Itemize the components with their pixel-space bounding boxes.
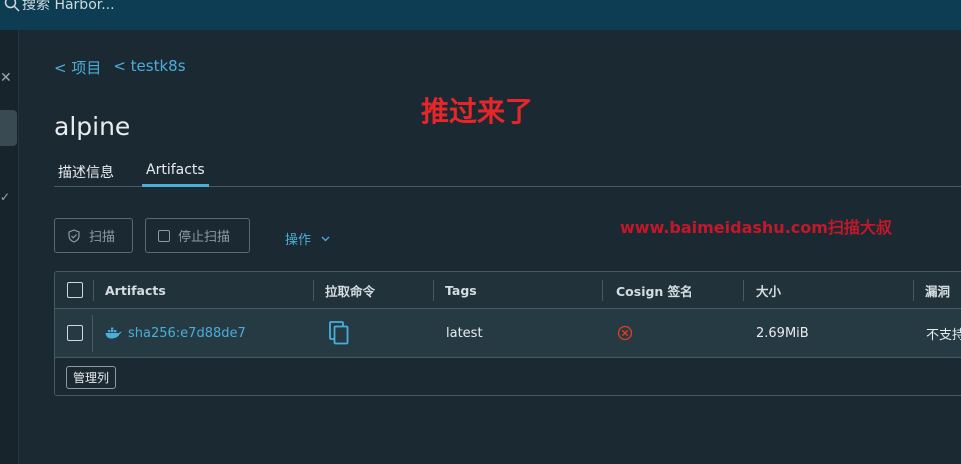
vulnerabilities-value: 不支持 <box>926 327 961 343</box>
chevron-down-icon <box>321 236 330 241</box>
select-all-checkbox[interactable] <box>67 282 83 298</box>
column-cosign-label: Cosign 签名 <box>616 283 693 299</box>
column-header-pull-command[interactable]: 拉取命令 <box>313 272 433 308</box>
table-footer: 管理列 <box>55 359 961 395</box>
side-nav-active-item[interactable] <box>0 110 17 146</box>
x-circle-icon <box>617 325 633 341</box>
red-annotation-text: 推过来了 <box>421 95 534 128</box>
stop-scan-label: 停止扫描 <box>178 230 231 245</box>
artifact-digest-cell[interactable]: sha256:e7d88de7 <box>105 309 246 357</box>
tab-bar: 描述信息 Artifacts <box>54 158 961 187</box>
copy-icon[interactable] <box>329 321 349 345</box>
size-value: 2.69MiB <box>756 325 809 341</box>
tab-artifacts[interactable]: Artifacts <box>142 158 209 187</box>
stop-square-icon <box>158 229 170 242</box>
manage-columns-button[interactable]: 管理列 <box>66 366 117 389</box>
actions-label: 操作 <box>285 233 312 248</box>
cosign-cell <box>617 309 633 357</box>
row-select-cell <box>67 309 83 357</box>
column-pull-command-label: 拉取命令 <box>325 283 376 299</box>
shield-icon <box>68 228 80 243</box>
artifacts-table: Artifacts 拉取命令 Tags Cosign 签名 大小 漏洞 sha2… <box>54 271 961 396</box>
breadcrumb-project-testk8s[interactable]: < testk8s <box>113 57 185 78</box>
stop-scan-button[interactable]: 停止扫描 <box>145 218 250 253</box>
actions-dropdown[interactable]: 操作 <box>285 229 330 248</box>
tab-info[interactable]: 描述信息 <box>54 158 118 187</box>
side-nav-rail: ✕ ✓ <box>0 30 19 464</box>
edit-icon[interactable]: ✓ <box>0 190 10 208</box>
column-header-vulnerabilities[interactable]: 漏洞 <box>913 272 961 308</box>
select-all-cell <box>67 272 83 308</box>
collapse-icon[interactable]: ✕ <box>0 70 12 86</box>
column-header-artifacts[interactable]: Artifacts <box>93 272 313 308</box>
column-header-cosign[interactable]: Cosign 签名 <box>602 272 742 308</box>
row-divider <box>92 315 93 352</box>
column-header-tags[interactable]: Tags <box>433 272 602 308</box>
column-header-size[interactable]: 大小 <box>743 272 913 308</box>
table-header: Artifacts 拉取命令 Tags Cosign 签名 大小 漏洞 <box>55 272 961 309</box>
watermark: www.baimeidashu.com扫描大叔 <box>620 218 892 237</box>
search-placeholder[interactable]: 搜索 Harbor... <box>22 0 115 14</box>
column-vulnerabilities-label: 漏洞 <box>925 283 951 299</box>
column-artifacts-label: Artifacts <box>105 282 166 298</box>
artifact-digest-link[interactable]: sha256:e7d88de7 <box>128 326 246 341</box>
column-size-label: 大小 <box>756 283 782 299</box>
tag-value: latest <box>446 325 483 341</box>
column-tags-label: Tags <box>445 282 477 298</box>
docker-icon <box>105 327 122 339</box>
pull-command-cell <box>329 309 349 357</box>
breadcrumb: < 项目 < testk8s <box>54 57 186 78</box>
top-header: 搜索 Harbor... <box>0 0 961 30</box>
page-title: alpine <box>54 112 131 141</box>
size-cell: 2.69MiB <box>756 309 809 357</box>
global-search[interactable]: 搜索 Harbor... <box>4 0 115 14</box>
tags-cell: latest <box>446 309 483 357</box>
scan-button[interactable]: 扫描 <box>54 218 133 253</box>
breadcrumb-projects[interactable]: < 项目 <box>54 57 101 78</box>
row-checkbox[interactable] <box>67 325 83 341</box>
search-icon <box>4 0 20 12</box>
scan-button-label: 扫描 <box>89 230 116 245</box>
vulnerabilities-cell: 不支持 <box>926 309 961 357</box>
table-row[interactable]: sha256:e7d88de7 latest 2.69MiB 不支持 <box>55 309 961 358</box>
